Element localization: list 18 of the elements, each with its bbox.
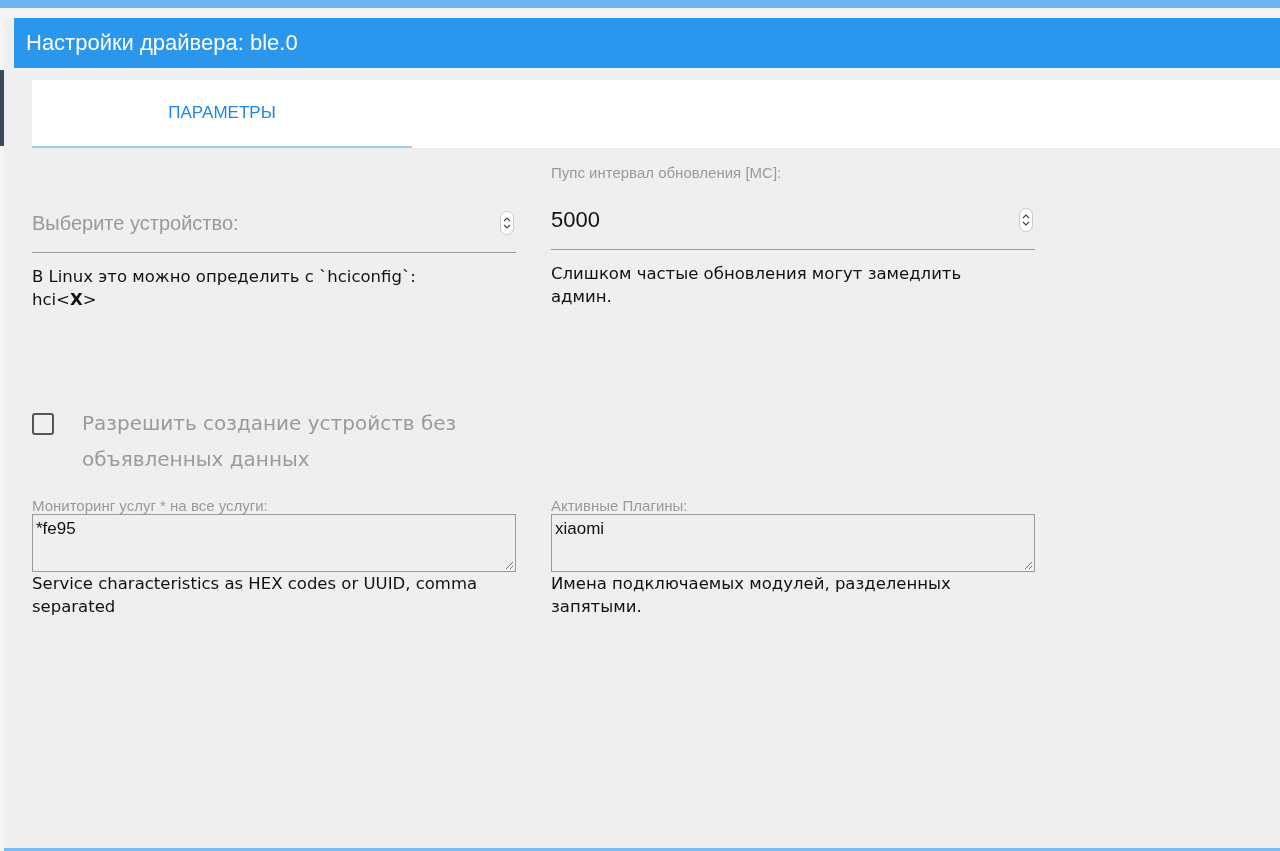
resize-grip-icon: [505, 561, 513, 569]
field-label: Пупс интервал обновления [МС]:: [551, 164, 783, 181]
input-field[interactable]: 5000: [551, 191, 1035, 250]
spinner-icon: [500, 211, 514, 235]
text-area[interactable]: *fe95: [32, 514, 516, 572]
dialog-title: Настройки драйвера: ble.0: [14, 18, 1280, 68]
field-label: Активные Плагины:: [551, 497, 689, 514]
hint-text: Имена подключаемых модулей, разделенных запятыми.: [551, 573, 952, 618]
checkbox[interactable]: [32, 413, 54, 435]
field-label: Мониторинг услуг * на все услуги:: [32, 497, 269, 514]
hint-text: В Linux это можно определить с `hciconfig`: hci<X>: [32, 266, 417, 311]
text-area[interactable]: xiaomi: [551, 514, 1035, 572]
hint-text: Слишком частые обновления могут замедлить админ.: [551, 263, 963, 308]
hint-text: Service characteristics as HEX codes or UUID, comma separated: [32, 573, 479, 618]
tab[interactable]: ПАРАМЕТРЫ: [32, 80, 412, 148]
resize-grip-icon: [1024, 561, 1032, 569]
spinner-icon: [1019, 208, 1033, 232]
checkbox-label: Разрешить создание устройств без объявленных данных: [82, 410, 458, 473]
